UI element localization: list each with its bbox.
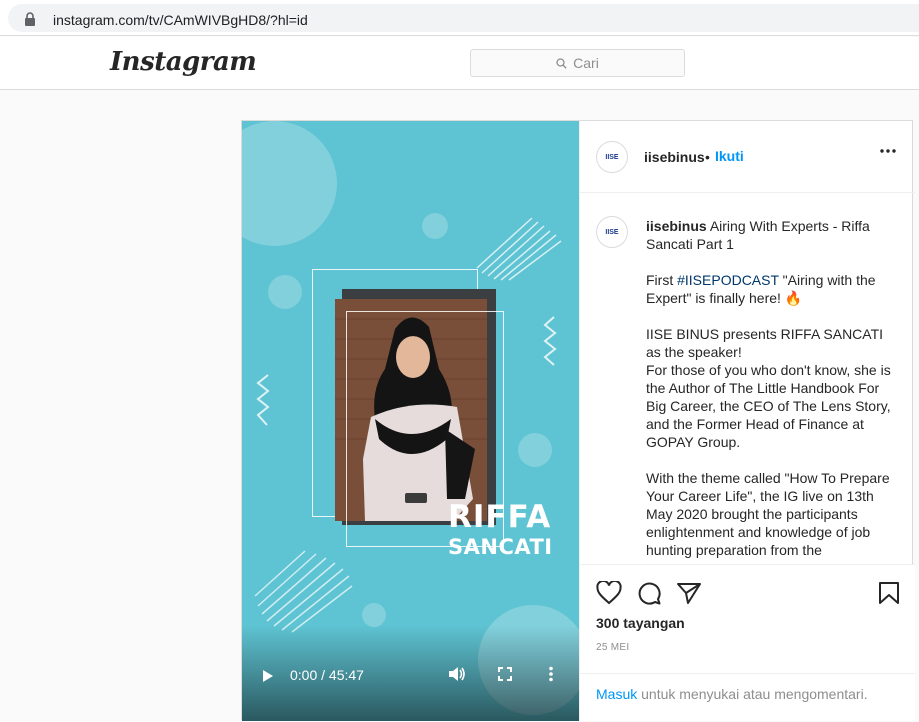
video-player[interactable]: RIFFA SANCATI 0:00 / 45:47 — [242, 121, 579, 721]
caption-username[interactable]: iisebinus — [646, 218, 707, 234]
share-icon[interactable] — [676, 581, 702, 605]
caption-p1-prefix: First — [646, 272, 678, 288]
instagram-header: Instagram Cari — [0, 37, 919, 90]
decor-circle — [422, 213, 448, 239]
play-icon[interactable] — [262, 669, 274, 683]
login-link[interactable]: Masuk — [596, 686, 637, 702]
decor-zigzag — [543, 316, 557, 366]
url-text[interactable]: instagram.com/tv/CAmWIVBgHD8/?hl=id — [53, 12, 308, 28]
browser-toolbar: instagram.com/tv/CAmWIVBgHD8/?hl=id — [0, 0, 919, 36]
speaker-last-name: SANCATI — [448, 535, 553, 559]
follow-button[interactable]: Ikuti — [715, 148, 744, 164]
fullscreen-icon[interactable] — [498, 667, 512, 681]
post-side-panel: IISE iisebinus • Ikuti IISE iisebinus Ai… — [579, 121, 915, 721]
caption-avatar-text: IISE — [605, 228, 619, 236]
decor-stripes — [476, 217, 562, 281]
decor-circle — [268, 275, 302, 309]
volume-icon[interactable] — [448, 666, 466, 682]
hashtag-link[interactable]: #IISEPODCAST — [677, 272, 779, 288]
decor-circle — [242, 121, 337, 246]
post-username[interactable]: iisebinus — [644, 149, 705, 165]
avatar-text: IISE — [605, 153, 619, 161]
post-date[interactable]: 25 MEI — [596, 642, 629, 653]
avatar[interactable]: IISE — [596, 141, 628, 173]
instagram-logo[interactable]: Instagram — [110, 47, 257, 77]
search-placeholder: Cari — [573, 55, 599, 71]
lock-icon[interactable] — [24, 12, 36, 26]
search-input[interactable]: Cari — [470, 49, 685, 77]
caption-avatar[interactable]: IISE — [596, 216, 628, 248]
heart-icon[interactable] — [596, 581, 622, 605]
login-rest: untuk menyukai atau mengomentari. — [637, 686, 868, 702]
caption-title-line: iisebinus Airing With Experts - Riffa Sa… — [646, 217, 896, 253]
decor-circle — [518, 433, 552, 467]
address-bar[interactable]: instagram.com/tv/CAmWIVBgHD8/?hl=id — [8, 4, 919, 32]
decor-stripes — [254, 550, 353, 633]
video-controls: 0:00 / 45:47 — [242, 626, 579, 721]
comment-icon[interactable] — [636, 581, 662, 605]
search-icon — [556, 57, 567, 69]
speaker-first-name: RIFFA — [448, 499, 552, 535]
video-more-icon[interactable] — [548, 666, 554, 682]
caption-paragraph-1: First #IISEPODCAST "Airing with the Expe… — [646, 271, 896, 307]
login-text: Masuk untuk menyukai atau mengomentari. — [596, 686, 868, 702]
separator-dot: • — [705, 149, 710, 165]
video-time: 0:00 / 45:47 — [290, 667, 364, 683]
post-caption: iisebinus Airing With Experts - Riffa Sa… — [646, 217, 896, 561]
login-prompt: Masuk untuk menyukai atau mengomentari. — [580, 673, 915, 722]
caption-paragraph-2: IISE BINUS presents RIFFA SANCATI as the… — [646, 326, 891, 450]
view-count[interactable]: 300 tayangan — [596, 615, 685, 631]
caption-paragraph-3: With the theme called "How To Prepare Yo… — [646, 470, 890, 561]
more-options-icon[interactable] — [880, 149, 896, 153]
post-actions: 300 tayangan 25 MEI Masuk untuk menyukai… — [580, 564, 915, 721]
decor-zigzag — [256, 374, 270, 426]
decor-circle — [362, 603, 386, 627]
post-container: RIFFA SANCATI 0:00 / 45:47 IISE iisebinu… — [241, 120, 915, 721]
bookmark-icon[interactable] — [878, 581, 900, 605]
post-header: IISE iisebinus • Ikuti — [580, 121, 915, 193]
